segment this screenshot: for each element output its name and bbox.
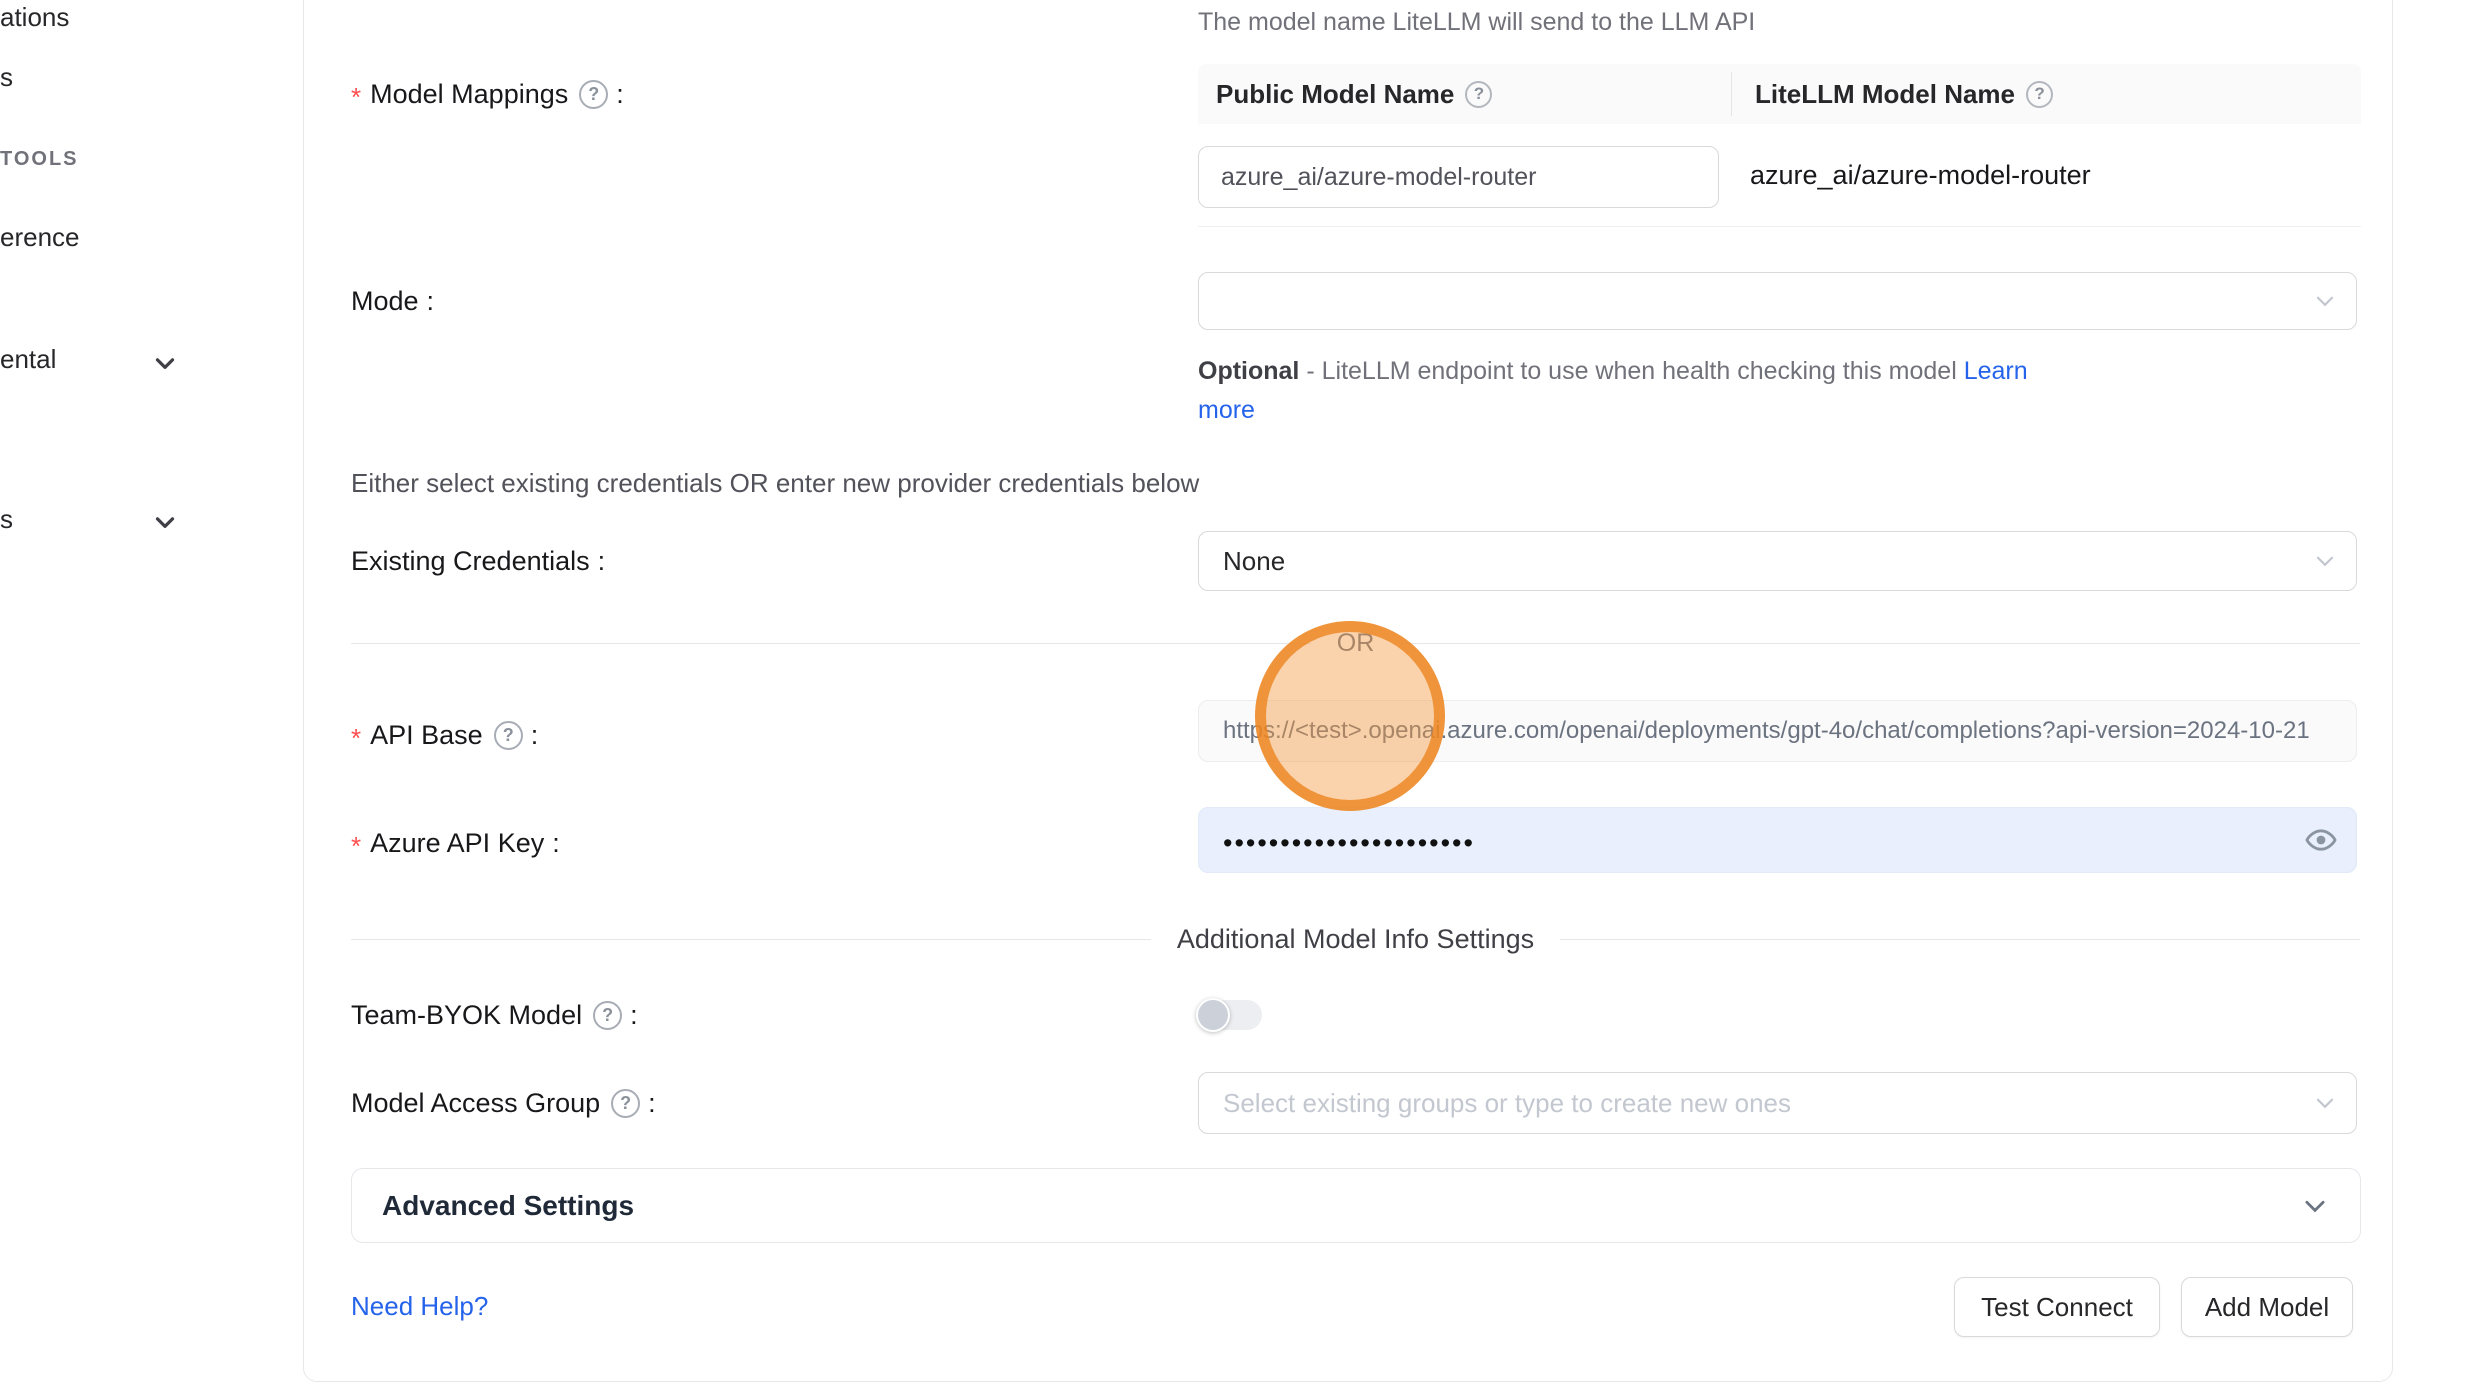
chevron-down-icon [2300,1191,2330,1221]
team-byok-label: Team-BYOK Model ? : [351,1000,638,1031]
azure-api-key-label: * Azure API Key : [351,825,560,862]
required-asterisk: * [351,76,361,113]
need-help-link[interactable]: Need Help? [351,1291,488,1322]
sidebar: ations s TOOLS erence ental s [0,0,303,1385]
sidebar-item[interactable]: erence [0,222,80,253]
azure-api-key-field[interactable]: •••••••••••••••••••••• [1198,807,2357,873]
chevron-down-icon[interactable] [150,507,180,542]
sidebar-item[interactable]: s [0,504,13,535]
required-asterisk: * [351,717,361,754]
mode-select[interactable] [1198,272,2357,330]
additional-info-divider: Additional Model Info Settings [351,924,2360,955]
required-asterisk: * [351,825,361,862]
add-model-page: ations s TOOLS erence ental s The model … [0,0,2477,1385]
model-access-group-label: Model Access Group ? : [351,1088,656,1119]
help-question-icon[interactable]: ? [579,80,608,109]
sidebar-item[interactable]: ental [0,344,56,375]
or-divider: OR [351,629,2360,658]
litellm-model-name-header: LiteLLM Model Name ? [1755,79,2053,110]
help-question-icon[interactable]: ? [593,1001,622,1030]
chevron-down-icon [2312,548,2338,574]
eye-icon[interactable] [2304,823,2338,857]
sidebar-item[interactable]: s [0,62,13,93]
chevron-down-icon[interactable] [150,348,180,383]
help-question-icon[interactable]: ? [1465,81,1492,108]
help-question-icon[interactable]: ? [494,721,523,750]
model-access-group-select[interactable] [1198,1072,2357,1134]
table-row-divider [1198,226,2361,227]
chevron-down-icon [2312,288,2338,314]
api-base-label: * API Base ? : [351,717,538,754]
model-mappings-label: * Model Mappings ? : [351,76,624,113]
sidebar-item[interactable]: ations [0,2,69,33]
add-model-button[interactable]: Add Model [2181,1277,2353,1337]
existing-credentials-label: Existing Credentials : [351,546,605,577]
credentials-note: Either select existing credentials OR en… [351,468,1199,499]
toggle-knob [1196,998,1230,1032]
mode-label: Mode : [351,286,434,317]
help-question-icon[interactable]: ? [2026,81,2053,108]
public-model-name-input[interactable] [1198,146,1719,208]
litellm-model-name-value: azure_ai/azure-model-router [1750,160,2091,191]
advanced-settings-panel[interactable]: Advanced Settings [351,1168,2361,1243]
team-byok-toggle[interactable] [1198,1000,1262,1030]
model-mapping-hint: The model name LiteLLM will send to the … [1198,8,1755,37]
model-mapping-table-header: Public Model Name ? LiteLLM Model Name ? [1198,64,2361,124]
api-base-field[interactable]: https://<test>.openai.azure.com/openai/d… [1198,700,2357,762]
existing-credentials-select[interactable]: None [1198,531,2357,591]
mode-helper-text: Optional - LiteLLM endpoint to use when … [1198,352,2034,430]
public-model-name-header: Public Model Name ? [1216,79,1492,110]
masked-password: •••••••••••••••••••••• [1223,824,1475,857]
model-access-group-input[interactable] [1199,1073,2356,1133]
help-question-icon[interactable]: ? [611,1089,640,1118]
test-connect-button[interactable]: Test Connect [1954,1277,2160,1337]
column-divider [1731,72,1732,116]
sidebar-section-label: TOOLS [0,148,79,171]
chevron-down-icon [2312,1090,2338,1116]
